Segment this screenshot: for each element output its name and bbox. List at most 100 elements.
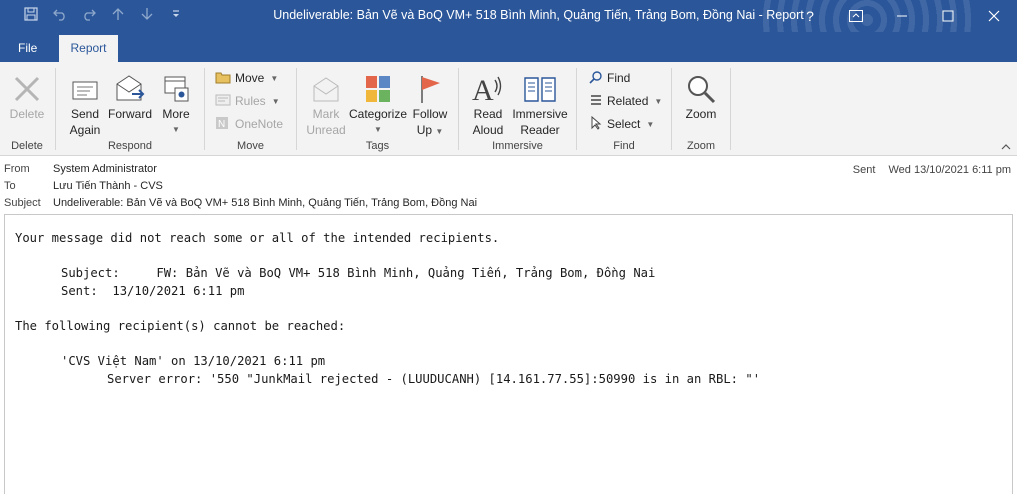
body-line-recipients-header: The following recipient(s) cannot be rea…	[15, 319, 346, 333]
find-label: Find	[607, 71, 631, 85]
close-icon[interactable]	[971, 0, 1017, 32]
forward-button[interactable]: Forward	[106, 68, 154, 122]
find-button[interactable]: Find	[589, 68, 630, 88]
mark-unread-label-1: Mark	[312, 107, 340, 121]
read-aloud-label-1: Read	[473, 107, 503, 121]
mark-unread-icon	[305, 68, 347, 104]
related-label: Related	[607, 94, 649, 108]
rules-button[interactable]: Rules ▼	[215, 91, 280, 111]
find-group-label: Find	[613, 140, 635, 152]
onenote-button[interactable]: N OneNote	[215, 114, 283, 134]
immersive-reader-label-1: Immersive	[512, 107, 568, 121]
divider	[730, 68, 731, 150]
select-label: Select	[607, 117, 641, 131]
svg-text:A: A	[472, 74, 494, 104]
tags-group-label: Tags	[365, 140, 390, 152]
chevron-down-icon: ▼	[271, 96, 280, 106]
delete-icon	[6, 68, 48, 104]
rules-label: Rules	[235, 94, 266, 108]
read-aloud-label-2: Aloud	[472, 123, 504, 137]
immersive-group-label: Immersive	[492, 140, 543, 152]
immersive-reader-button[interactable]: Immersive Reader	[509, 68, 571, 138]
ribbon: Delete Delete Send Again Forward More ▼ …	[0, 62, 1017, 156]
chevron-down-icon: ▼	[172, 125, 180, 134]
delete-group-label: Delete	[11, 140, 43, 152]
ribbon-display-options-icon[interactable]	[833, 0, 879, 32]
flag-icon	[409, 68, 451, 104]
categorize-label: Categorize	[348, 107, 408, 121]
categorize-icon	[347, 68, 409, 104]
delete-label: Delete	[9, 107, 45, 121]
respond-group-label: Respond	[107, 140, 153, 152]
send-again-button[interactable]: Send Again	[64, 68, 106, 138]
title-bar: Undeliverable: Bản Vẽ và BoQ VM+ 518 Bìn…	[0, 0, 1017, 32]
minimize-icon[interactable]	[879, 0, 925, 32]
sent-label: Sent	[852, 164, 876, 176]
from-value[interactable]: System Administrator	[53, 163, 157, 175]
svg-text:N: N	[218, 119, 225, 130]
cursor-icon	[589, 115, 603, 133]
body-line-intro: Your message did not reach some or all o…	[15, 231, 500, 245]
from-label: From	[4, 163, 30, 175]
chevron-down-icon: ▼	[374, 125, 382, 134]
zoom-group-label: Zoom	[686, 140, 716, 152]
move-group-label: Move	[237, 140, 264, 152]
read-aloud-icon: A	[467, 68, 509, 104]
body-line-recipient: 'CVS Việt Nam' on 13/10/2021 6:11 pm	[61, 354, 326, 368]
related-icon	[589, 93, 603, 110]
immersive-group: A Read Aloud Immersive Reader Immersive	[459, 66, 576, 154]
forward-label: Forward	[107, 107, 152, 121]
chevron-down-icon: ▼	[654, 96, 663, 106]
select-button[interactable]: Select ▼	[589, 114, 654, 134]
chevron-down-icon: ▼	[435, 127, 444, 136]
body-line-server-error: Server error: '550 "JunkMail rejected - …	[107, 372, 761, 386]
send-again-label-1: Send	[70, 107, 100, 121]
subject-label: Subject	[4, 197, 41, 209]
search-icon	[589, 70, 603, 87]
forward-envelope-icon	[106, 68, 154, 104]
delete-group: Delete Delete	[0, 66, 54, 154]
more-respond-icon	[156, 68, 196, 104]
more-respond-button[interactable]: More ▼	[156, 68, 196, 138]
message-body[interactable]: Your message did not reach some or all o…	[4, 214, 1013, 494]
move-group: Move ▼ Rules ▼ N OneNote Move	[205, 66, 296, 154]
window-controls: ?	[787, 0, 1017, 32]
follow-up-button[interactable]: Follow Up ▼	[409, 68, 451, 140]
find-group: Find Related ▼ Select ▼ Find	[577, 66, 671, 154]
onenote-icon: N	[215, 116, 231, 133]
move-label: Move	[235, 71, 265, 85]
help-label: ?	[806, 8, 814, 24]
zoom-group: Zoom Zoom	[672, 66, 730, 154]
to-value[interactable]: Lưu Tiến Thành - CVS	[53, 180, 163, 192]
delete-button[interactable]: Delete	[6, 68, 48, 122]
send-again-icon	[64, 68, 106, 104]
tags-group: Mark Unread Categorize ▼ Follow Up ▼ Tag…	[297, 66, 458, 154]
categorize-button[interactable]: Categorize ▼	[347, 68, 409, 138]
body-line-subject: Subject: FW: Bản Vẽ và BoQ VM+ 518 Bình …	[61, 266, 656, 280]
subject-value: Undeliverable: Bản Vẽ và BoQ VM+ 518 Bìn…	[53, 197, 478, 209]
ribbon-tabs: File Report	[0, 32, 1017, 62]
immersive-reader-label-2: Reader	[520, 123, 560, 137]
tab-file[interactable]: File	[6, 35, 49, 62]
help-button[interactable]: ?	[787, 0, 833, 32]
zoom-label: Zoom	[685, 107, 717, 121]
more-respond-label: More	[162, 107, 190, 121]
maximize-icon[interactable]	[925, 0, 971, 32]
mark-unread-button[interactable]: Mark Unread	[305, 68, 347, 138]
sent-value: Wed 13/10/2021 6:11 pm	[888, 164, 1011, 176]
tab-report[interactable]: Report	[59, 35, 118, 62]
magnifier-icon	[680, 68, 722, 104]
related-button[interactable]: Related ▼	[589, 91, 662, 111]
follow-up-label-1: Follow	[412, 107, 448, 121]
rules-icon	[215, 93, 231, 110]
respond-group: Send Again Forward More ▼ Respond	[56, 66, 204, 154]
read-aloud-button[interactable]: A Read Aloud	[467, 68, 509, 138]
move-button[interactable]: Move ▼	[215, 68, 278, 88]
follow-up-label-2: Up ▼	[416, 123, 444, 137]
body-line-sent: Sent: 13/10/2021 6:11 pm	[61, 284, 245, 298]
immersive-reader-icon	[509, 68, 571, 104]
collapse-ribbon-icon[interactable]	[1001, 142, 1011, 153]
chevron-down-icon: ▼	[270, 73, 279, 83]
zoom-button[interactable]: Zoom	[680, 68, 722, 122]
chevron-down-icon: ▼	[646, 119, 655, 129]
